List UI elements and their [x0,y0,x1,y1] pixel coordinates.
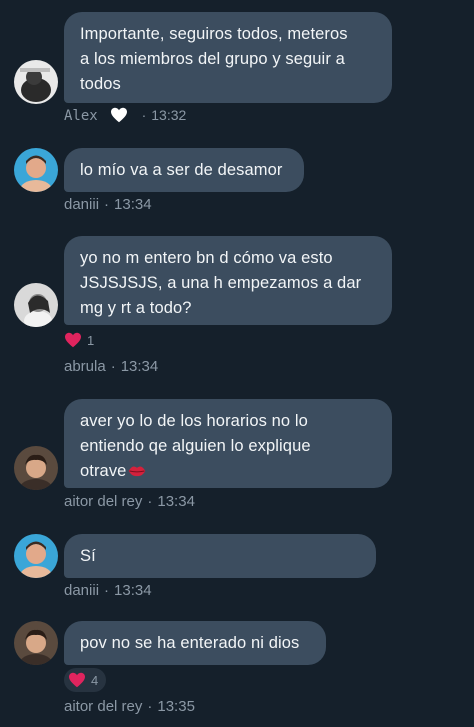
message-meta: aitor del rey · 13:34 [64,493,195,510]
message-time: 13:35 [157,698,195,715]
red-heart-icon [69,672,85,688]
avatar-abrula[interactable] [14,283,58,327]
author-name[interactable]: abrula [64,358,106,375]
reaction[interactable]: 4 [64,668,107,692]
reaction-count: 1 [87,332,95,348]
avatar-daniii[interactable] [14,534,58,578]
message-time: 13:32 [151,107,187,123]
avatar-aitor[interactable] [14,446,58,490]
meta-separator: · [141,107,147,123]
message-bubble[interactable]: lo mío va a ser de desamor [64,148,304,192]
message-meta: Alex · 13:32 [64,107,186,124]
meta-separator: · [147,698,153,715]
message-text-line: todos [80,75,121,93]
white-heart-icon [111,107,128,123]
message-time: 13:34 [114,196,152,213]
author-name[interactable]: aitor del rey [64,698,142,715]
author-name[interactable]: aitor del rey [64,493,142,510]
message-meta: daniii · 13:34 [64,196,152,213]
message-text-line: aver yo lo de los horarios no lo [80,412,308,430]
message-text-line: Importante, seguiros todos, meteros [80,25,348,43]
avatar-aitor[interactable] [14,621,58,665]
author-name[interactable]: Alex [64,108,98,124]
message-text-line: lo mío va a ser de desamor [80,161,283,179]
reaction[interactable]: 1 [64,328,94,352]
message-meta: aitor del rey · 13:35 [64,698,195,715]
author-name[interactable]: daniii [64,582,99,599]
author-name[interactable]: daniii [64,196,99,213]
meta-separator: · [104,196,110,213]
message-time: 13:34 [157,493,195,510]
meta-separator: · [147,493,153,510]
message-text-line: entiendo qe alguien lo explique [80,437,311,455]
avatar-alex[interactable] [14,60,58,104]
message-bubble[interactable]: aver yo lo de los horarios no lo entiend… [64,399,392,488]
kiss-lips-icon [129,466,146,477]
message-text-line: JSJSJSJS, a una h empezamos a dar [80,274,362,292]
message-bubble[interactable]: pov no se ha enterado ni dios [64,621,326,665]
message-text-line: pov no se ha enterado ni dios [80,634,300,652]
message-bubble[interactable]: Sí [64,534,376,578]
meta-separator: · [104,582,110,599]
meta-separator: · [110,358,116,375]
message-meta: daniii · 13:34 [64,582,152,599]
message-text-line: otrave [80,462,127,480]
message-text-line: yo no m entero bn d cómo va esto [80,249,333,267]
message-time: 13:34 [120,358,159,375]
message-bubble[interactable]: Importante, seguiros todos, meteros a lo… [64,12,392,103]
reaction-count: 4 [91,672,99,688]
message-time: 13:34 [114,582,152,599]
red-heart-icon [65,332,81,348]
message-text-line: Sí [80,547,96,565]
avatar-daniii[interactable] [14,148,58,192]
message-text-line: mg y rt a todo? [80,299,192,317]
message-meta: abrula · 13:34 [64,358,158,375]
message-bubble[interactable]: yo no m entero bn d cómo va esto JSJSJSJ… [64,236,392,325]
message-text-line: a los miembros del grupo y seguir a [80,50,345,68]
